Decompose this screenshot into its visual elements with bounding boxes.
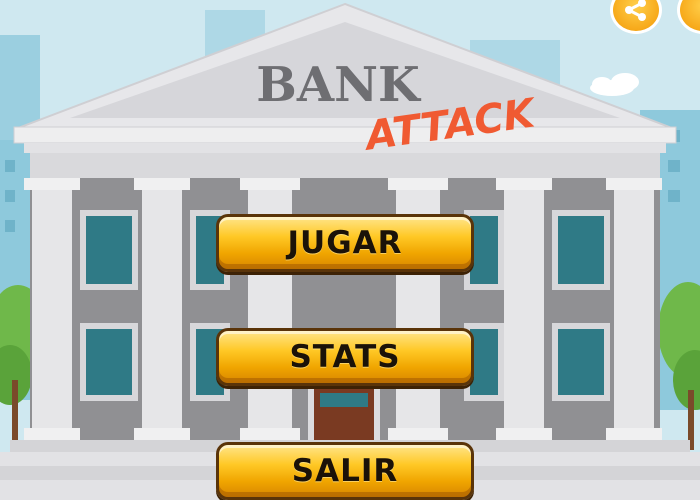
play-button-label: JUGAR xyxy=(287,225,403,261)
game-scene: BANK ATTACK JUGAR STATS SALIR xyxy=(0,0,700,500)
cloud xyxy=(590,73,639,96)
share-icon xyxy=(625,0,646,21)
exit-button-label: SALIR xyxy=(291,453,399,489)
stats-button[interactable]: STATS xyxy=(216,328,474,386)
bank-sign: BANK xyxy=(256,57,422,113)
exit-button[interactable]: SALIR xyxy=(216,442,474,500)
play-button[interactable]: JUGAR xyxy=(216,214,474,272)
stats-button-label: STATS xyxy=(289,339,401,375)
bank-door xyxy=(308,383,380,443)
